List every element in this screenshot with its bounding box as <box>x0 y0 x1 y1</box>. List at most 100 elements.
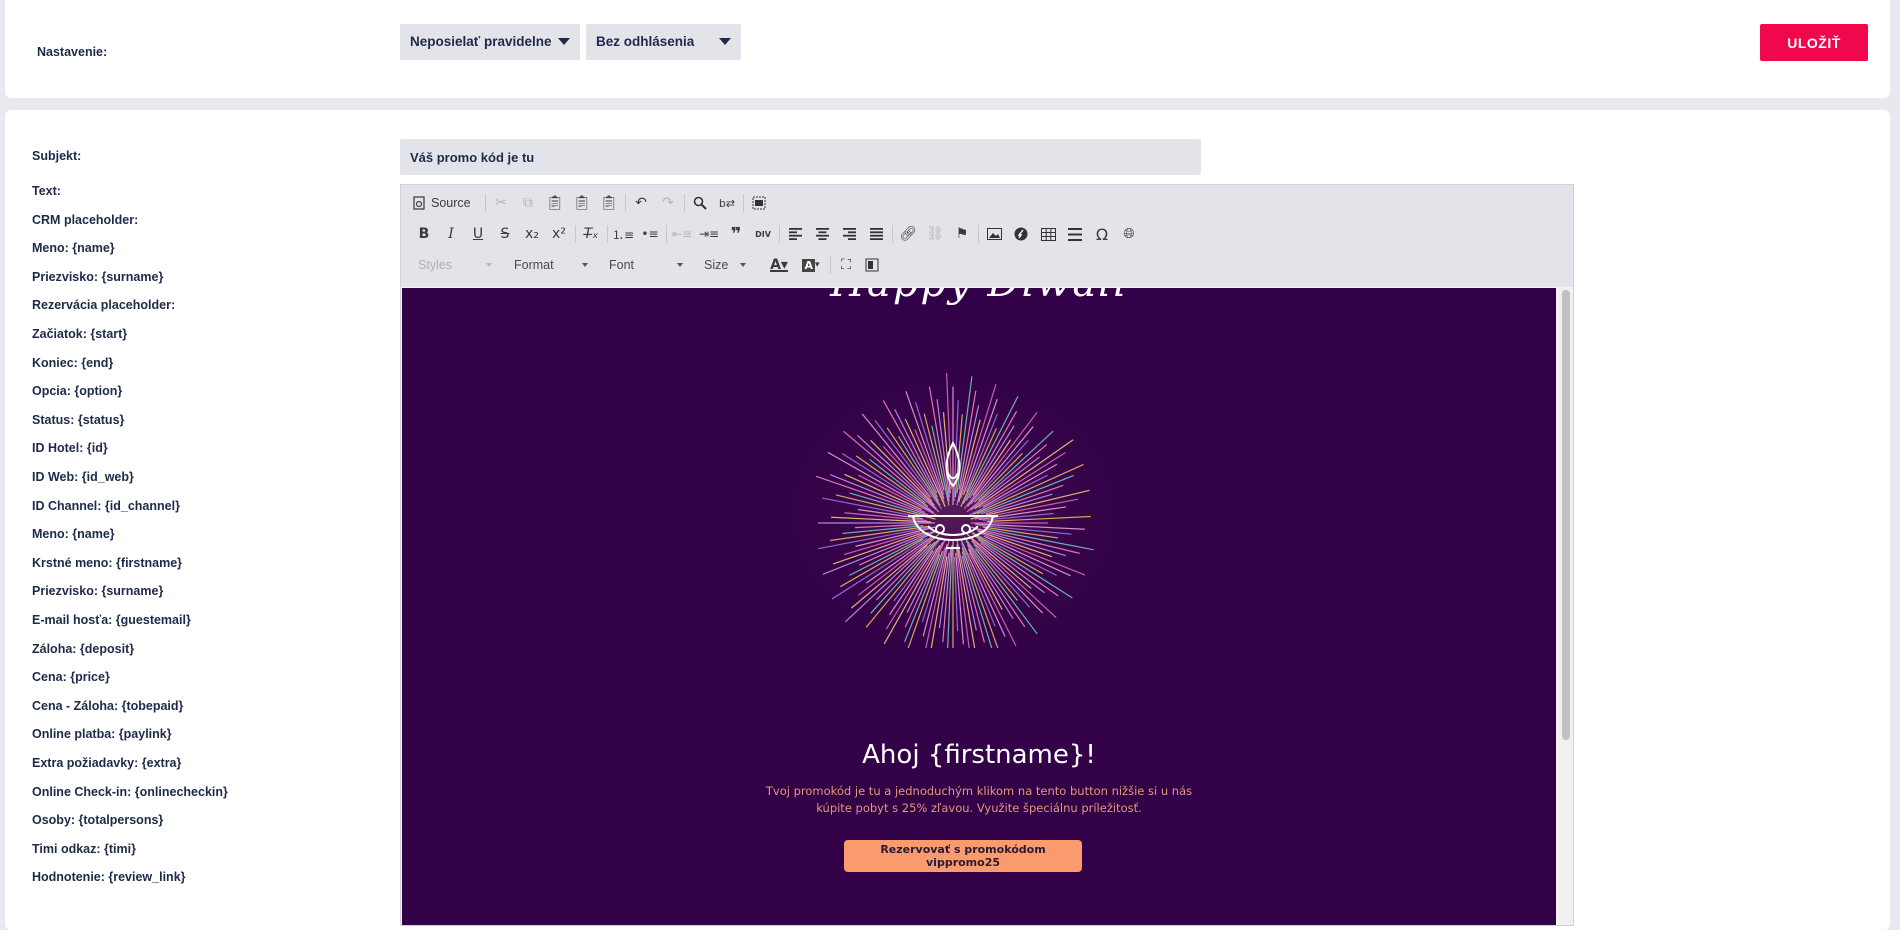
text-color-icon[interactable]: A▾ <box>767 254 791 276</box>
align-justify-icon[interactable] <box>865 223 887 245</box>
frequency-select[interactable]: Neposielať pravidelne <box>400 24 580 60</box>
save-button[interactable]: ULOŽIŤ <box>1760 24 1868 61</box>
font-dropdown[interactable]: Font <box>609 254 687 276</box>
align-right-icon[interactable] <box>838 223 860 245</box>
strikethrough-icon[interactable]: S <box>494 223 516 245</box>
styles-label: Styles <box>418 258 453 272</box>
toolbar-separator <box>892 225 893 243</box>
bg-color-icon[interactable]: A ▾ <box>799 254 823 276</box>
placeholder-item: Krstné meno: {firstname} <box>32 555 183 570</box>
email-body-text: Tvoj promokód je tu a jednoduchým klikom… <box>765 784 1193 815</box>
numbered-list-icon[interactable]: ⒈≡ <box>612 223 634 245</box>
chevron-down-icon <box>719 38 731 45</box>
toolbar-separator <box>684 194 685 212</box>
format-dropdown[interactable]: Format <box>514 254 592 276</box>
size-dropdown[interactable]: Size <box>704 254 750 276</box>
paste-icon[interactable]: 📋︎ <box>544 192 566 214</box>
toolbar-separator <box>575 225 576 243</box>
placeholder-item: Opcia: {option} <box>32 384 123 399</box>
placeholder-item: Osoby: {totalpersons} <box>32 813 164 828</box>
remove-format-icon[interactable]: T̶ₓ <box>580 223 602 245</box>
paste-word-icon[interactable]: 📋︎ <box>598 192 620 214</box>
font-label: Font <box>609 258 635 272</box>
frequency-select-value: Neposielať pravidelne <box>410 34 552 49</box>
underline-icon[interactable]: U <box>467 223 489 245</box>
chevron-down-icon <box>677 263 683 267</box>
subject-input[interactable] <box>400 139 1201 175</box>
email-header-script: Happy Diwali <box>402 288 1556 306</box>
copy-icon[interactable]: ⧉ <box>517 192 539 214</box>
placeholder-item: Text: <box>32 184 61 198</box>
toolbar-separator <box>978 225 979 243</box>
superscript-icon[interactable]: x² <box>548 223 570 245</box>
outdent-icon[interactable]: ⇤≡ <box>671 223 693 245</box>
align-center-icon[interactable] <box>811 223 833 245</box>
placeholder-item: ID Hotel: {id} <box>32 441 108 456</box>
chevron-down-icon <box>558 38 570 45</box>
unsubscribe-select-value: Bez odhlásenia <box>596 34 695 49</box>
editor-toolbar: Source ✂ ⧉ 📋︎ 📋︎ 📋︎ ↶ ↷ b⇄ B I U S x₂ x²… <box>401 185 1573 287</box>
indent-icon[interactable]: ⇥≡ <box>698 223 720 245</box>
placeholder-item: ID Web: {id_web} <box>32 470 134 484</box>
horizontal-line-icon[interactable] <box>1064 223 1086 245</box>
placeholder-item: Priezvisko: {surname} <box>32 269 164 284</box>
create-div-icon[interactable]: DIV <box>752 223 774 245</box>
toolbar-separator <box>743 194 744 212</box>
styles-dropdown[interactable]: Styles <box>418 254 496 276</box>
placeholder-item: Rezervácia placeholder: <box>32 298 176 313</box>
subject-label: Subjekt: <box>32 149 82 163</box>
placeholder-item: Cena - Záloha: {tobepaid} <box>32 698 184 713</box>
iframe-globe-icon[interactable]: 🌐︎ <box>1118 223 1140 245</box>
special-char-icon[interactable]: Ω <box>1091 223 1113 245</box>
find-icon[interactable] <box>689 192 711 214</box>
placeholder-item: Online platba: {paylink} <box>32 727 172 742</box>
fireworks-diya-image <box>768 348 1138 648</box>
bold-icon[interactable]: B <box>413 223 435 245</box>
anchor-flag-icon[interactable]: ⚑ <box>951 223 973 245</box>
editor-content-area[interactable]: Happy Diwali Ahoj {firs <box>402 288 1556 925</box>
replace-icon[interactable]: b⇄ <box>716 192 738 214</box>
source-icon <box>413 196 425 210</box>
placeholder-item: Meno: {name} <box>32 527 115 542</box>
link-icon[interactable]: 🔗︎ <box>897 223 919 245</box>
format-label: Format <box>514 258 554 272</box>
promo-cta-button[interactable]: Rezervovať s promokódom vippromo25 <box>844 840 1082 872</box>
unsubscribe-select[interactable]: Bez odhlásenia <box>586 24 741 60</box>
placeholder-item: Timi odkaz: {timi} <box>32 841 136 856</box>
toolbar-separator <box>779 225 780 243</box>
unlink-icon[interactable]: ⛓︎ <box>924 223 946 245</box>
select-all-icon[interactable] <box>748 192 770 214</box>
undo-icon[interactable]: ↶ <box>630 192 652 214</box>
show-blocks-icon[interactable] <box>861 254 883 276</box>
chevron-down-icon <box>740 263 746 267</box>
redo-icon[interactable]: ↷ <box>657 192 679 214</box>
paste-text-icon[interactable]: 📋︎ <box>571 192 593 214</box>
placeholder-item: ID Channel: {id_channel} <box>32 498 180 513</box>
toolbar-separator <box>666 225 667 243</box>
italic-icon[interactable]: I <box>440 223 462 245</box>
settings-label: Nastavenie: <box>37 45 108 59</box>
scrollbar-thumb[interactable] <box>1562 290 1570 740</box>
editor-scrollbar[interactable] <box>1559 288 1573 925</box>
image-icon[interactable] <box>983 223 1005 245</box>
placeholder-item: Hodnotenie: {review_link} <box>32 870 186 885</box>
maximize-icon[interactable]: ⛶ <box>835 254 857 276</box>
blockquote-icon[interactable]: ❞ <box>725 223 747 245</box>
chevron-down-icon <box>486 263 492 267</box>
source-label: Source <box>431 196 471 210</box>
flash-icon[interactable] <box>1010 223 1032 245</box>
toolbar-separator <box>625 194 626 212</box>
align-left-icon[interactable] <box>784 223 806 245</box>
placeholder-item: Status: {status} <box>32 412 125 427</box>
cut-icon[interactable]: ✂ <box>490 192 512 214</box>
table-icon[interactable] <box>1037 223 1059 245</box>
toolbar-separator <box>485 194 486 212</box>
source-button[interactable]: Source <box>413 192 479 214</box>
placeholder-item: Začiatok: {start} <box>32 327 128 341</box>
placeholder-item: Meno: {name} <box>32 241 115 256</box>
placeholder-item: Priezvisko: {surname} <box>32 584 164 599</box>
placeholder-item: Cena: {price} <box>32 670 110 685</box>
subscript-icon[interactable]: x₂ <box>521 223 543 245</box>
placeholder-item: Koniec: {end} <box>32 355 114 370</box>
bulleted-list-icon[interactable]: •≡ <box>639 223 661 245</box>
